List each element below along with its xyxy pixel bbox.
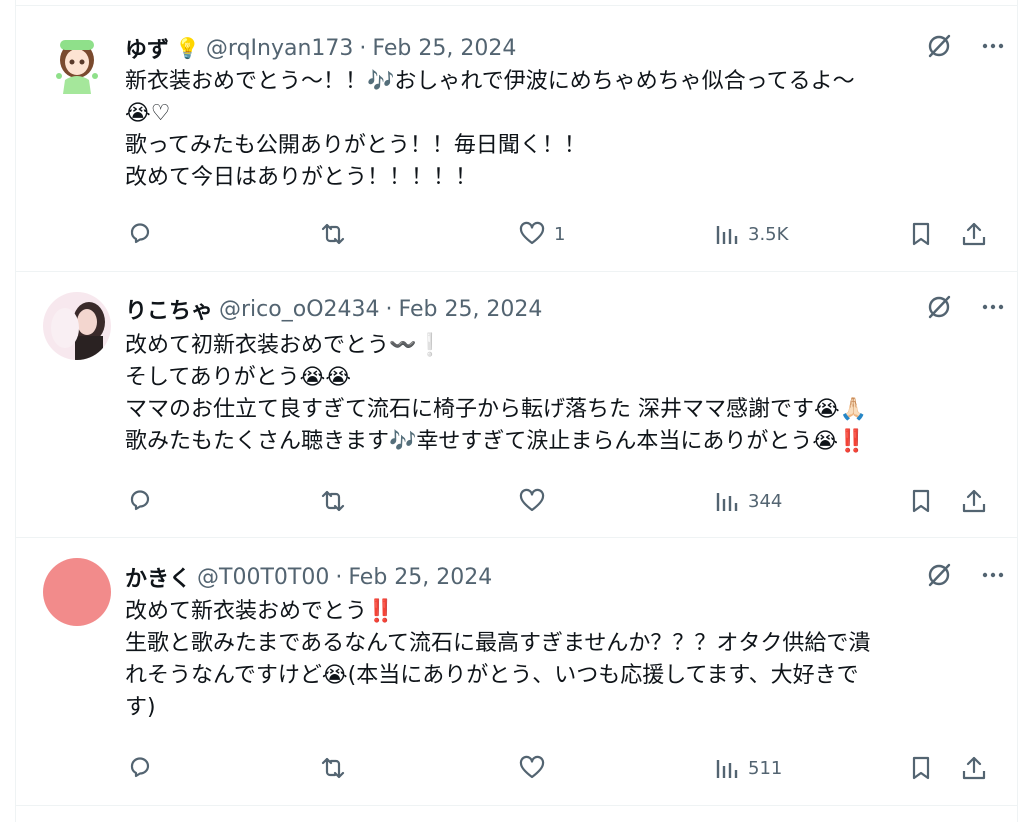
tweet-actions: 511 [122, 750, 997, 786]
views-button[interactable]: 3.5K [714, 216, 788, 252]
tweet-date[interactable]: Feb 25, 2024 [372, 36, 516, 61]
tweet-header-actions [925, 562, 1007, 592]
reply-icon [130, 223, 150, 244]
share-icon [962, 756, 986, 780]
tweet-text-line: 改めて新衣装おめでとう‼️ [125, 599, 395, 624]
like-button[interactable] [518, 750, 554, 786]
avatar[interactable] [43, 558, 111, 626]
more-icon[interactable] [979, 293, 1007, 325]
reply-button[interactable] [126, 750, 154, 786]
bookmark-icon [912, 489, 930, 513]
bookmark-icon [912, 756, 930, 780]
grok-icon[interactable] [925, 561, 953, 593]
tweet-text-line: そしてありがとう😭😭 [125, 365, 352, 390]
separator-dot: · [335, 564, 343, 590]
tweet-text-line: 😭♡ [125, 101, 171, 126]
grok-icon[interactable] [925, 293, 953, 325]
tweet-header: りこちゃ @rico_oO2434 · Feb 25, 2024 [125, 293, 997, 325]
user-handle[interactable]: @rico_oO2434 [219, 297, 379, 322]
timeline-feed: ゆず 💡 @rqInyan173 · Feb 25, 2024 新衣装おめでとう… [15, 0, 1018, 822]
retweet-icon [321, 223, 345, 245]
share-button[interactable] [960, 750, 988, 786]
bookmark-button[interactable] [908, 216, 934, 252]
like-button[interactable]: 1 [518, 216, 565, 252]
heart-icon [519, 221, 545, 245]
separator-dot: · [359, 35, 367, 61]
like-button[interactable] [518, 483, 554, 519]
retweet-button[interactable] [318, 483, 348, 519]
tweet-header: ゆず 💡 @rqInyan173 · Feb 25, 2024 [125, 32, 997, 64]
display-name[interactable]: りこちゃ [125, 293, 213, 325]
share-button[interactable] [960, 483, 988, 519]
retweet-icon [321, 757, 345, 779]
tweet-date[interactable]: Feb 25, 2024 [348, 565, 492, 590]
tweet-actions: 1 3.5K [122, 216, 997, 252]
tweet-text-line: ママのお仕立て良すぎて流石に椅子から転げ落ちた 深井ママ感謝です😭🙏🏻 [125, 397, 868, 422]
reply-button[interactable] [126, 216, 154, 252]
retweet-button[interactable] [318, 216, 348, 252]
bookmark-button[interactable] [908, 750, 934, 786]
user-handle[interactable]: @rqInyan173 [206, 36, 354, 61]
display-name[interactable]: かきく [125, 561, 191, 593]
reply-icon [130, 757, 150, 778]
tweet-date[interactable]: Feb 25, 2024 [399, 297, 543, 322]
reply-icon [130, 490, 150, 511]
tweet-actions: 344 [122, 483, 997, 519]
user-handle[interactable]: @T00T0T00 [197, 565, 329, 590]
views-icon [716, 760, 738, 778]
views-icon [716, 226, 738, 244]
view-count: 511 [748, 757, 783, 779]
tweet-text-line: す) [125, 695, 156, 720]
tweet-header-actions [925, 33, 1007, 63]
retweet-icon [321, 490, 345, 512]
tweet-header: かきく @T00T0T00 · Feb 25, 2024 [125, 561, 997, 593]
view-count: 344 [748, 490, 783, 512]
heart-icon [519, 488, 545, 512]
tweet-text-line: 歌みたもたくさん聴きます🎶幸せすぎて涙止まらん本当にありがとう😭‼️ [125, 429, 866, 454]
tweet-text: 新衣装おめでとう〜！！🎶おしゃれで伊波にめちゃめちゃ似合ってるよ〜 😭♡ 歌って… [125, 66, 987, 194]
tweet[interactable]: かきく @T00T0T00 · Feb 25, 2024 改めて新衣装おめでとう… [16, 538, 1017, 806]
tweet[interactable]: ゆず 💡 @rqInyan173 · Feb 25, 2024 新衣装おめでとう… [16, 6, 1017, 272]
grok-icon[interactable] [925, 32, 953, 64]
tweet-text-line: 改めて初新衣装おめでとう〰️❕ [125, 333, 444, 358]
separator-dot: · [385, 296, 393, 322]
views-button[interactable]: 344 [714, 483, 782, 519]
tweet-text-line: 生歌と歌みたまであるなんて流石に最高すぎませんか？？？オタク供給で潰 [125, 631, 871, 656]
share-icon [962, 222, 986, 246]
bookmark-button[interactable] [908, 483, 934, 519]
views-icon [716, 493, 738, 511]
more-icon[interactable] [979, 561, 1007, 593]
tweet-text-line: 改めて今日はありがとう！！！！！ [125, 165, 478, 190]
display-name[interactable]: ゆず [125, 32, 169, 64]
heart-icon [519, 755, 545, 779]
more-icon[interactable] [979, 32, 1007, 64]
tweet[interactable]: りこちゃ @rico_oO2434 · Feb 25, 2024 改めて初新衣装… [16, 272, 1017, 538]
views-button[interactable]: 511 [714, 750, 782, 786]
name-emoji: 💡 [175, 36, 200, 60]
avatar[interactable] [43, 292, 111, 360]
tweet-header-actions [925, 294, 1007, 324]
reply-button[interactable] [126, 483, 154, 519]
like-count: 1 [554, 223, 566, 245]
tweet-text-line: れそうなんですけど😭(本当にありがとう、いつも応援してます、大好きで [125, 663, 859, 688]
tweet-text-line: 新衣装おめでとう〜！！🎶おしゃれで伊波にめちゃめちゃ似合ってるよ〜 [125, 69, 855, 94]
tweet-text-line: 歌ってみたも公開ありがとう！！毎日聞く！！ [125, 133, 586, 158]
share-button[interactable] [960, 216, 988, 252]
share-icon [962, 489, 986, 513]
tweet-text: 改めて新衣装おめでとう‼️ 生歌と歌みたまであるなんて流石に最高すぎませんか？？… [125, 596, 987, 724]
avatar[interactable] [43, 30, 111, 98]
view-count: 3.5K [748, 223, 789, 245]
retweet-button[interactable] [318, 750, 348, 786]
bookmark-icon [912, 222, 930, 246]
tweet-text: 改めて初新衣装おめでとう〰️❕ そしてありがとう😭😭 ママのお仕立て良すぎて流石… [125, 330, 987, 458]
